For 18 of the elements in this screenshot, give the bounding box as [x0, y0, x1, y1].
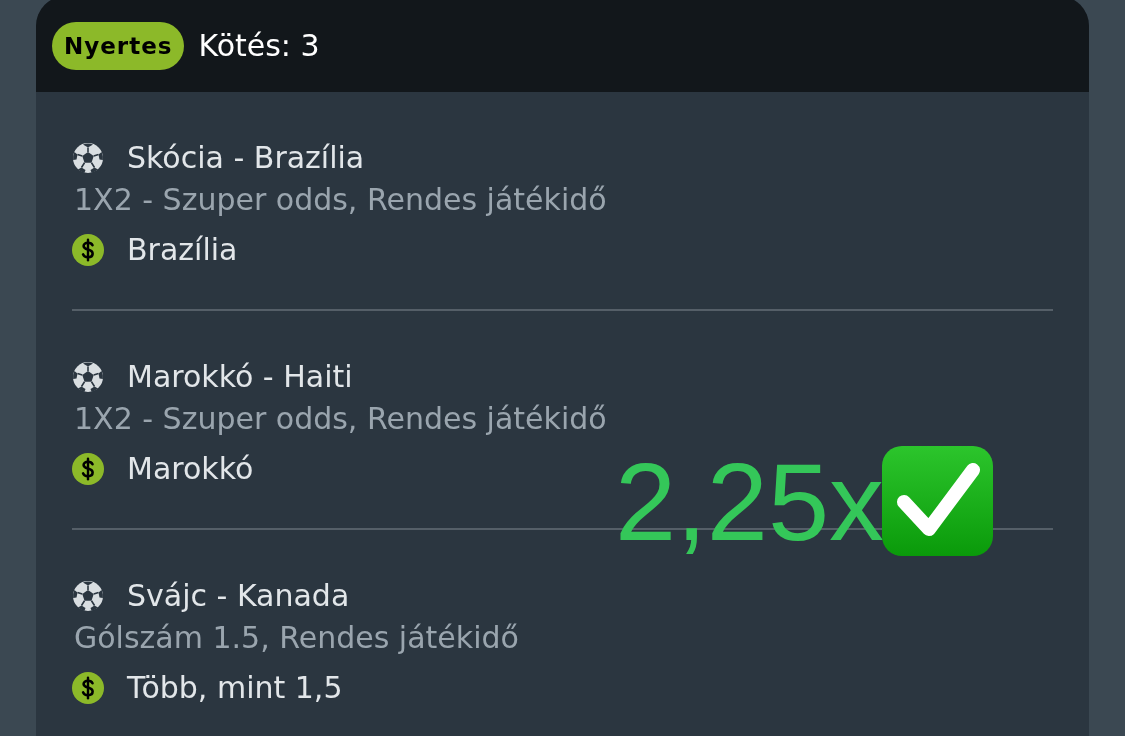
- market-text: 1X2 - Szuper odds, Rendes játékidő: [74, 181, 607, 219]
- match-title: Marokkó - Haiti: [127, 358, 353, 396]
- dollar-icon: [72, 672, 104, 704]
- soccer-ball-icon: [72, 142, 104, 174]
- market-text: 1X2 - Szuper odds, Rendes játékidő: [74, 400, 607, 438]
- soccer-ball-icon: [72, 580, 104, 612]
- match-title: Skócia - Brazília: [127, 139, 365, 177]
- dollar-icon: [72, 453, 104, 485]
- dollar-icon: [72, 234, 104, 266]
- check-mark-icon: [882, 446, 994, 556]
- match-title: Svájc - Kanada: [127, 577, 350, 615]
- selection-text: Marokkó: [127, 450, 254, 488]
- selection-text: Több, mint 1,5: [127, 669, 343, 707]
- bet-count-title: Kötés: 3: [198, 27, 320, 65]
- market-text: Gólszám 1.5, Rendes játékidő: [74, 619, 519, 657]
- soccer-ball-icon: [72, 361, 104, 393]
- status-badge: Nyertes: [52, 22, 185, 70]
- selection-text: Brazília: [127, 231, 238, 269]
